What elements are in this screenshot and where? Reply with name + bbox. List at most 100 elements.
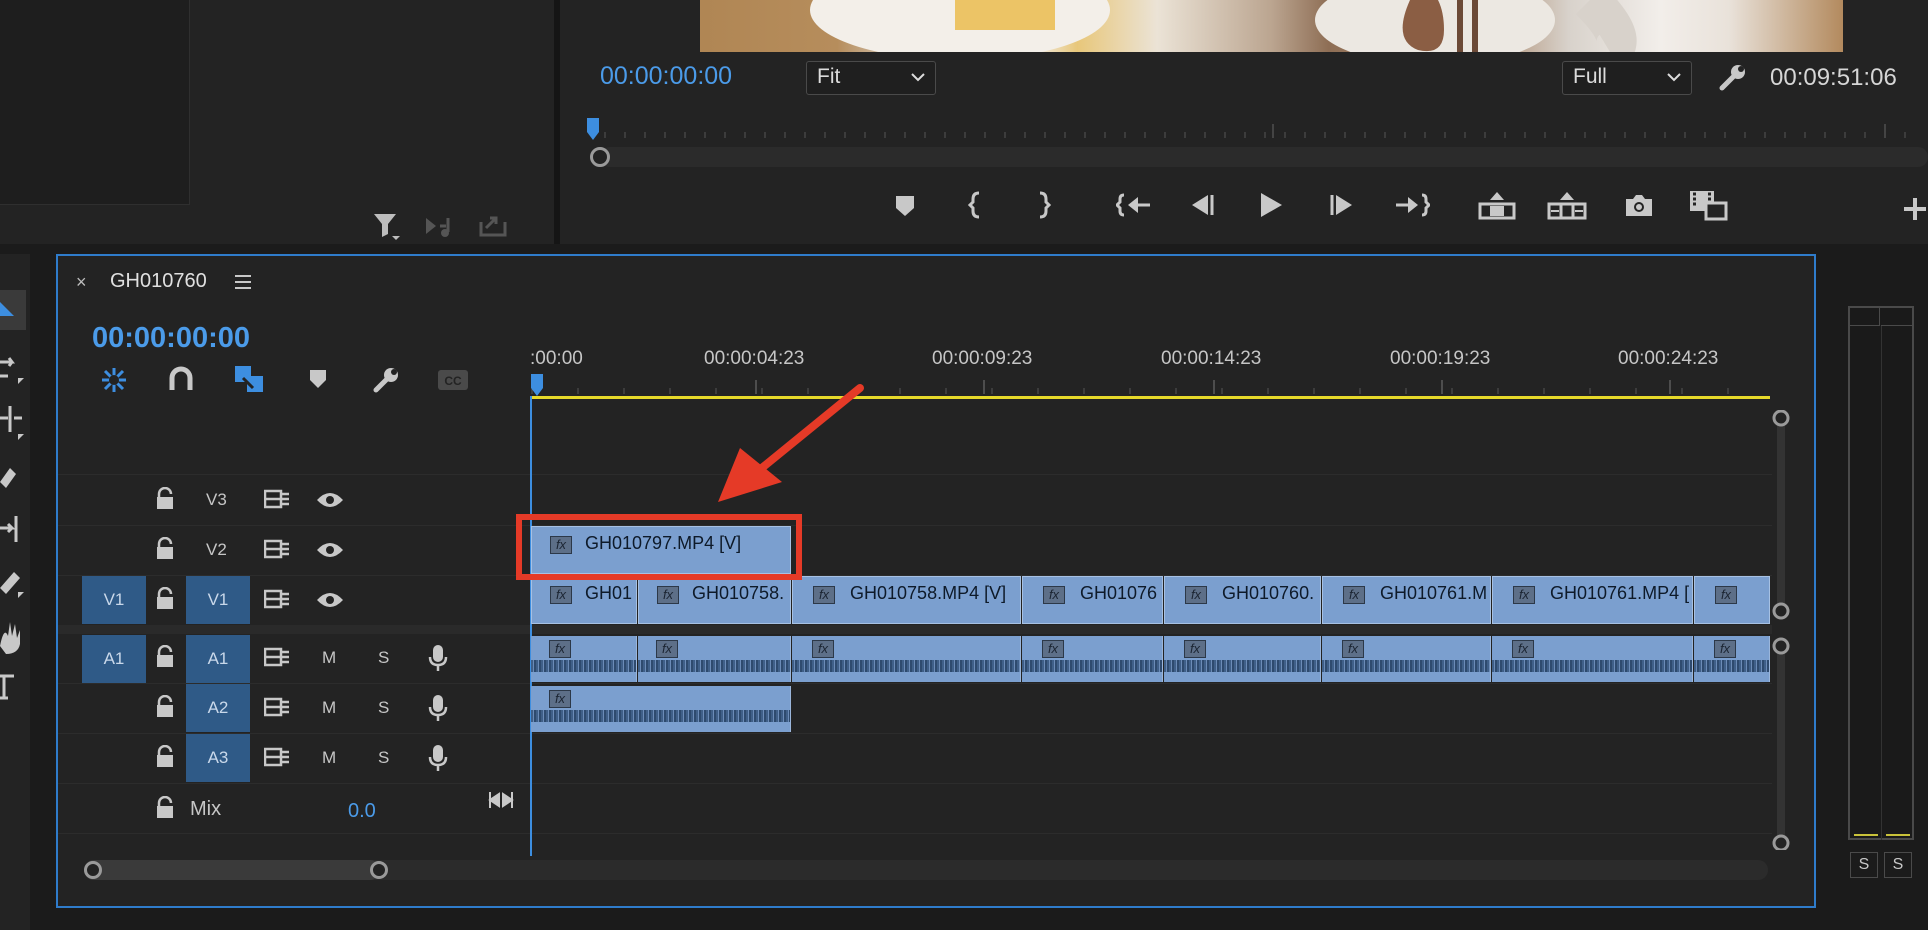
snap-icon[interactable] xyxy=(168,366,194,392)
track-target-a2[interactable]: A2 xyxy=(186,684,250,732)
program-timecode[interactable]: 00:00:00:00 xyxy=(600,62,732,91)
microphone-icon[interactable] xyxy=(428,744,448,772)
zoom-level-select[interactable]: Fit xyxy=(806,61,936,95)
clip-v1[interactable]: fx GH010761.M xyxy=(1322,576,1491,624)
vertical-track-scrollbar[interactable] xyxy=(1770,410,1792,850)
lock-icon[interactable] xyxy=(154,487,176,511)
timeline-playhead[interactable] xyxy=(530,374,544,398)
audio-clip-a1[interactable]: fx xyxy=(1492,636,1693,682)
eye-icon[interactable] xyxy=(316,491,344,509)
program-zoom-scrollbar[interactable] xyxy=(600,147,1928,167)
panel-menu-icon[interactable] xyxy=(234,274,252,290)
mute-button[interactable]: M xyxy=(322,748,336,768)
audio-clip-a1[interactable]: fx xyxy=(531,636,637,682)
linked-selection-icon[interactable] xyxy=(233,364,265,394)
audio-clip-a1[interactable]: fx xyxy=(792,636,1021,682)
lock-icon[interactable] xyxy=(154,537,176,561)
track-label-v2[interactable]: V2 xyxy=(206,540,227,560)
scrollbar-handle[interactable] xyxy=(590,147,610,167)
lock-icon[interactable] xyxy=(154,645,176,669)
solo-right-button[interactable]: S xyxy=(1884,852,1912,878)
microphone-icon[interactable] xyxy=(428,644,448,672)
solo-button[interactable]: S xyxy=(378,748,389,768)
toggle-sync-lock-icon[interactable] xyxy=(264,588,290,610)
lock-icon[interactable] xyxy=(154,796,176,820)
mute-button[interactable]: M xyxy=(322,648,336,668)
selection-tool[interactable] xyxy=(0,290,26,330)
ripple-edit-tool[interactable] xyxy=(0,404,26,444)
toggle-sync-lock-icon[interactable] xyxy=(264,538,290,560)
clip-v1[interactable]: fx GH01 xyxy=(531,576,637,624)
clip-v1[interactable]: fx xyxy=(1694,576,1770,624)
clip-v1[interactable]: fx GH01076 xyxy=(1022,576,1163,624)
toggle-sync-lock-icon[interactable] xyxy=(264,488,290,510)
source-patch-a1[interactable]: A1 xyxy=(82,635,146,683)
type-tool[interactable] xyxy=(0,668,26,708)
compare-icon[interactable] xyxy=(1688,189,1728,221)
clip-v1[interactable]: fx GH010761.MP4 [ xyxy=(1492,576,1693,624)
razor-tool[interactable] xyxy=(0,462,26,498)
lock-icon[interactable] xyxy=(154,695,176,719)
fx-badge: fx xyxy=(813,586,835,604)
mute-button[interactable]: M xyxy=(322,698,336,718)
track-target-a3[interactable]: A3 xyxy=(186,734,250,782)
toggle-sync-lock-icon[interactable] xyxy=(264,696,290,718)
pen-tool[interactable] xyxy=(0,562,26,602)
mark-out-icon[interactable] xyxy=(1034,190,1052,220)
scrollbar-handle-left[interactable] xyxy=(84,861,102,879)
go-to-in-icon[interactable] xyxy=(1116,191,1152,219)
lock-icon[interactable] xyxy=(154,745,176,769)
solo-button[interactable]: S xyxy=(378,648,389,668)
hand-tool[interactable] xyxy=(0,616,26,656)
lock-icon[interactable] xyxy=(154,587,176,611)
audio-clip-a1[interactable]: fx xyxy=(1164,636,1321,682)
track-target-a1[interactable]: A1 xyxy=(186,635,250,683)
clip-v1[interactable]: fx GH010758. xyxy=(638,576,791,624)
step-back-icon[interactable] xyxy=(1188,193,1216,217)
sequence-tab[interactable]: GH010760 xyxy=(110,270,207,293)
toggle-sync-lock-icon[interactable] xyxy=(264,646,290,668)
lift-icon[interactable] xyxy=(1478,190,1516,220)
mix-pan-icon[interactable] xyxy=(488,790,514,810)
resolution-select[interactable]: Full xyxy=(1562,61,1692,95)
audio-clip-a1[interactable]: fx xyxy=(638,636,791,682)
add-button-icon[interactable] xyxy=(1902,196,1928,222)
microphone-icon[interactable] xyxy=(428,694,448,722)
settings-wrench-icon[interactable] xyxy=(1718,62,1748,92)
audio-clip-a1[interactable]: fx xyxy=(1322,636,1491,682)
eye-icon[interactable] xyxy=(316,591,344,609)
audio-clip-a2[interactable]: fx xyxy=(531,686,791,732)
source-patch-v1[interactable]: V1 xyxy=(82,576,146,624)
scrollbar-thumb[interactable] xyxy=(84,860,380,880)
solo-left-button[interactable]: S xyxy=(1850,852,1878,878)
clip-v1[interactable]: fx GH010760. xyxy=(1164,576,1321,624)
clip-v1[interactable]: fx GH010758.MP4 [V] xyxy=(792,576,1021,624)
program-playhead[interactable] xyxy=(586,118,600,142)
play-icon[interactable] xyxy=(1258,191,1284,219)
camera-icon[interactable] xyxy=(1624,192,1654,218)
program-time-ruler[interactable] xyxy=(585,118,1928,140)
slip-tool[interactable] xyxy=(0,510,26,550)
video-audio-divider[interactable] xyxy=(58,625,1772,634)
go-to-out-icon[interactable] xyxy=(1394,191,1430,219)
add-marker-icon[interactable] xyxy=(308,368,328,390)
solo-button[interactable]: S xyxy=(378,698,389,718)
mix-volume-value[interactable]: 0.0 xyxy=(348,800,376,823)
scrollbar-handle-right[interactable] xyxy=(370,861,388,879)
audio-clip-a1[interactable]: fx xyxy=(1022,636,1163,682)
track-target-v1[interactable]: V1 xyxy=(186,576,250,624)
track-label-v3[interactable]: V3 xyxy=(206,490,227,510)
track-select-tool[interactable] xyxy=(0,350,26,390)
close-tab-icon[interactable]: × xyxy=(76,272,87,293)
timeline-timecode[interactable]: 00:00:00:00 xyxy=(92,322,250,355)
nest-sequence-icon[interactable] xyxy=(99,365,129,395)
toggle-sync-lock-icon[interactable] xyxy=(264,746,290,768)
audio-clip-a1[interactable]: fx xyxy=(1694,636,1770,682)
step-forward-icon[interactable] xyxy=(1328,193,1356,217)
marker-icon[interactable] xyxy=(893,193,917,219)
wrench-icon[interactable] xyxy=(372,366,400,394)
extract-icon[interactable] xyxy=(1547,190,1587,220)
mark-in-icon[interactable] xyxy=(967,190,985,220)
eye-icon[interactable] xyxy=(316,541,344,559)
filter-icon[interactable] xyxy=(372,210,402,242)
